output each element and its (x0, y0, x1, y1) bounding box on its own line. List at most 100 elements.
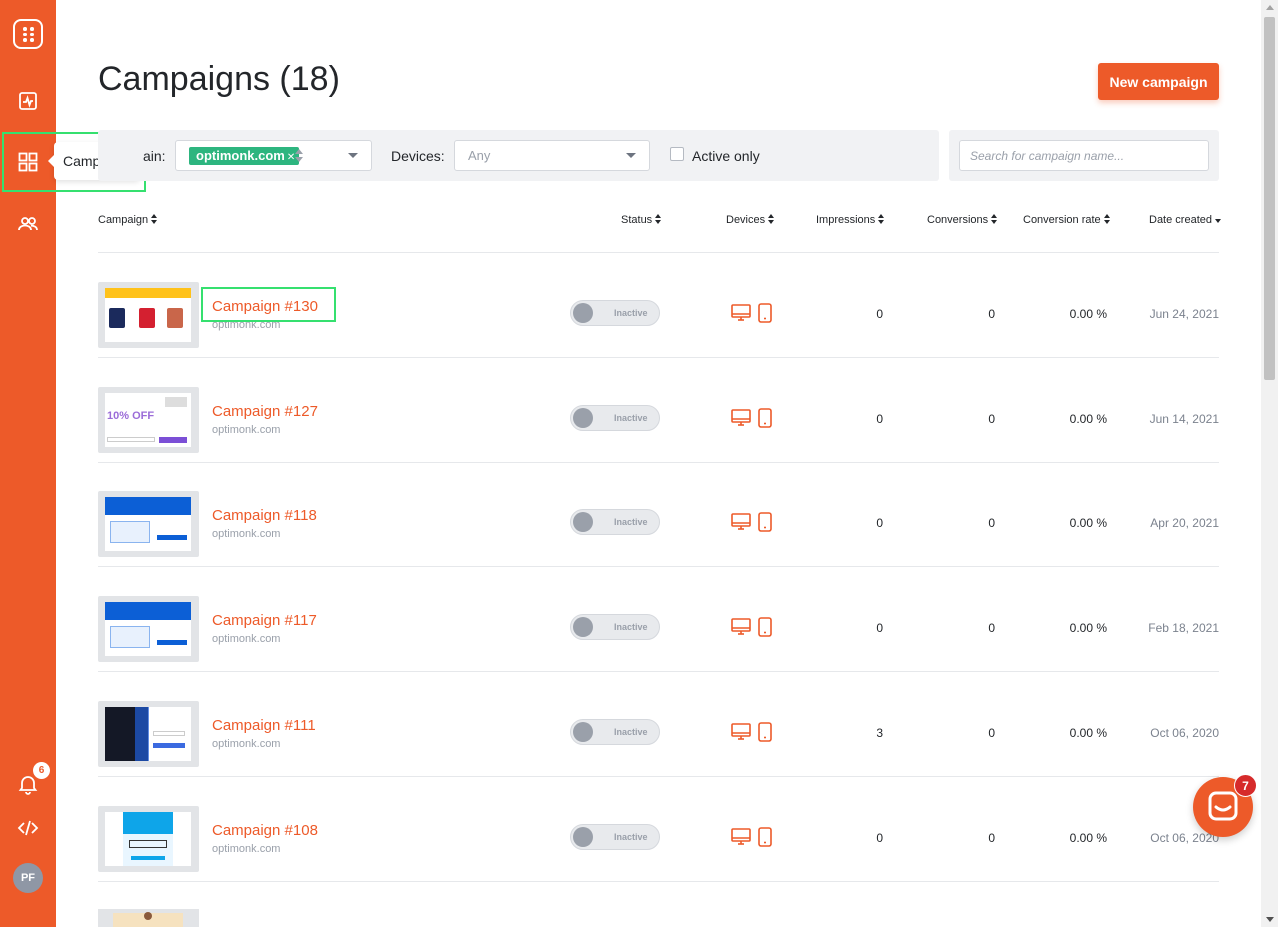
active-only-checkbox[interactable] (670, 147, 684, 161)
desktop-icon (731, 512, 751, 537)
sort-icon (151, 214, 158, 227)
scroll-up-icon (1266, 5, 1274, 10)
search-input[interactable] (959, 140, 1209, 171)
users-icon[interactable] (16, 212, 40, 236)
toggle-knob (573, 303, 593, 323)
sort-icon (991, 214, 998, 227)
conversion-rate-value: 0.00 % (1069, 725, 1107, 740)
column-header-campaign[interactable]: Campaign (98, 214, 158, 227)
sort-icon (878, 214, 885, 227)
new-campaign-button[interactable]: New campaign (1098, 63, 1219, 100)
conversion-rate-value: 0.00 % (1069, 411, 1107, 426)
column-header-status[interactable]: Status (621, 214, 662, 227)
campaign-name-link[interactable]: Campaign #111 (212, 717, 316, 734)
toggle-knob (573, 617, 593, 638)
toggle-knob (573, 826, 593, 847)
campaign-thumbnail[interactable] (98, 700, 199, 767)
status-label: Inactive (614, 308, 648, 318)
desktop-icon (731, 827, 751, 852)
status-toggle[interactable]: Inactive (570, 823, 660, 850)
campaign-name-link[interactable]: Campaign #118 (212, 507, 317, 524)
campaign-thumbnail[interactable] (98, 491, 199, 558)
column-header-date-created[interactable]: Date created (1149, 214, 1221, 227)
campaign-thumbnail[interactable] (98, 596, 199, 663)
campaign-thumbnail[interactable] (98, 805, 199, 872)
campaign-name-link[interactable]: Campaign #117 (212, 612, 317, 629)
impressions-value: 0 (876, 516, 883, 531)
date-created-value: Oct 06, 2020 (1150, 725, 1219, 740)
page-scrollbar[interactable] (1261, 0, 1278, 927)
mobile-icon (758, 512, 772, 537)
sort-icon (1103, 214, 1110, 227)
conversions-value: 0 (988, 830, 995, 845)
table-row[interactable]: Campaign #111 optimonk.com Inactive 3 0 … (98, 672, 1219, 777)
date-created-value: Feb 18, 2021 (1148, 621, 1219, 636)
toggle-knob (573, 721, 593, 742)
conversions-value: 0 (988, 411, 995, 426)
sort-desc-icon (1214, 214, 1221, 227)
campaign-thumbnail[interactable] (98, 282, 199, 348)
column-header-impressions[interactable]: Impressions (816, 214, 885, 227)
toggle-knob (573, 407, 593, 428)
campaign-name-link[interactable]: Campaign #108 (212, 822, 318, 839)
code-icon[interactable] (16, 816, 40, 840)
page-title: Campaigns (18) (98, 60, 340, 98)
impressions-value: 0 (876, 307, 883, 321)
status-label: Inactive (614, 831, 648, 842)
domain-select[interactable]: optimonk.com ✕ (175, 140, 372, 171)
mobile-icon (758, 303, 772, 328)
chevron-down-icon[interactable] (348, 153, 358, 158)
filter-bar: ain: optimonk.com ✕ Devices: Any Active o… (98, 130, 939, 181)
status-label: Inactive (614, 517, 648, 528)
status-label: Inactive (614, 412, 648, 423)
domain-filter-label: ain: (143, 148, 166, 164)
devices-select-value: Any (468, 148, 491, 163)
chat-unread-badge: 7 (1234, 774, 1257, 797)
campaign-domain: optimonk.com (212, 633, 281, 646)
status-toggle[interactable]: Inactive (570, 509, 660, 536)
app-logo-icon[interactable] (13, 19, 43, 49)
campaign-thumbnail[interactable]: 10% OFF (98, 386, 199, 453)
devices-select[interactable]: Any (454, 140, 650, 171)
stepper-icon[interactable] (294, 146, 304, 166)
status-toggle[interactable]: Inactive (570, 404, 660, 431)
status-label: Inactive (614, 726, 648, 737)
column-header-conversion-rate[interactable]: Conversion rate (1023, 214, 1110, 227)
status-toggle[interactable]: Inactive (570, 300, 660, 326)
conversion-rate-value: 0.00 % (1069, 307, 1107, 321)
desktop-icon (731, 617, 751, 642)
user-avatar[interactable]: PF (13, 863, 43, 893)
conversions-value: 0 (988, 621, 995, 636)
conversion-rate-value: 0.00 % (1069, 621, 1107, 636)
table-row[interactable]: Campaign #108 optimonk.com Inactive 0 0 … (98, 777, 1219, 882)
column-header-devices[interactable]: Devices (726, 214, 775, 227)
campaign-domain: optimonk.com (212, 528, 281, 541)
conversions-value: 0 (988, 725, 995, 740)
sort-icon (655, 214, 662, 227)
conversion-rate-value: 0.00 % (1069, 830, 1107, 845)
impressions-value: 0 (876, 621, 883, 636)
campaign-domain: optimonk.com (212, 423, 281, 436)
date-created-value: Jun 24, 2021 (1149, 307, 1219, 321)
campaign-name-link[interactable]: Campaign #127 (212, 403, 318, 420)
devices-filter-label: Devices: (391, 148, 445, 164)
campaign-domain: optimonk.com (212, 737, 281, 750)
status-toggle[interactable]: Inactive (570, 614, 660, 641)
chevron-down-icon[interactable] (626, 153, 636, 158)
domain-tag[interactable]: optimonk.com ✕ (189, 147, 300, 165)
mobile-icon (758, 617, 772, 642)
analytics-icon[interactable] (16, 89, 40, 113)
scroll-thumb[interactable] (1264, 17, 1275, 380)
conversion-rate-value: 0.00 % (1069, 516, 1107, 531)
status-toggle[interactable]: Inactive (570, 718, 660, 745)
active-only-label[interactable]: Active only (692, 148, 760, 164)
impressions-value: 0 (876, 830, 883, 845)
impressions-value: 0 (876, 411, 883, 426)
table-row[interactable]: Campaign #118 optimonk.com Inactive 0 0 … (98, 462, 1219, 568)
column-header-conversions[interactable]: Conversions (927, 214, 998, 227)
conversions-value: 0 (988, 307, 995, 321)
campaign-domain: optimonk.com (212, 842, 281, 855)
search-wrapper (949, 130, 1219, 181)
table-row[interactable]: Campaign #117 optimonk.com Inactive 0 0 … (98, 567, 1219, 673)
table-row[interactable]: 10% OFF Campaign #127 optimonk.com Inact… (98, 358, 1219, 463)
